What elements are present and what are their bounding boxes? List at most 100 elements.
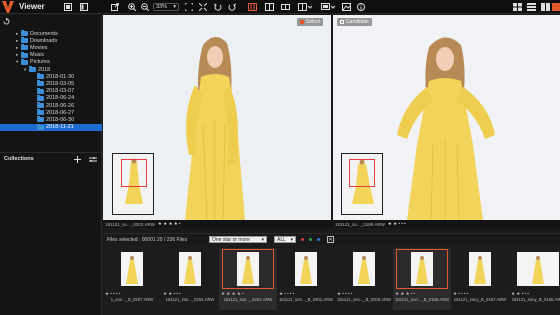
compare-view-icon[interactable] — [541, 3, 550, 11]
folder-label: 2018-06-27 — [46, 109, 75, 116]
rating-filter-select[interactable]: One star or more ▾ — [209, 236, 267, 243]
thumbnail-frame[interactable] — [165, 250, 215, 288]
folder-label: Music — [30, 52, 45, 59]
red-label-filter-icon[interactable] — [301, 238, 304, 241]
folder-item-downloads[interactable]: ▸ Downloads — [0, 37, 102, 44]
thumbnail-filename: 181121_son..._B_0200.ARW — [337, 297, 391, 302]
clear-filter-button[interactable]: ✕ — [327, 236, 334, 243]
thumbnail-frame[interactable] — [455, 250, 505, 288]
filmstrip-item[interactable]: ★ ★ • • • 181121_sony_B_0155.ARW — [509, 248, 560, 310]
export-icon[interactable] — [111, 3, 119, 11]
navigator-thumbnail-right[interactable] — [341, 153, 383, 215]
display-icon[interactable] — [321, 3, 335, 11]
grid-view-icon[interactable] — [513, 3, 522, 11]
zoom-select[interactable]: 33% ▾ — [153, 3, 179, 11]
filmstrip-item[interactable]: ★ • • • • 1_son..._B_0207.ARW — [103, 248, 161, 310]
single-view-icon[interactable] — [552, 3, 560, 11]
chevron-down-icon: ▾ — [290, 236, 293, 243]
folder-label: 2018-03-05 — [46, 80, 75, 87]
list-view-icon[interactable] — [527, 3, 536, 11]
filmstrip-item[interactable]: ★ • • • • 181121_sony_B_0167.ARW — [451, 248, 509, 310]
zoom-out-icon[interactable] — [141, 3, 149, 11]
fullscreen-icon[interactable] — [199, 3, 207, 11]
left-rating-stars[interactable]: ★ ★ ★ ★ • — [158, 221, 181, 227]
filmstrip-item[interactable]: ★ ★ ★ • • 181121_son..._B_0189.ARW — [393, 248, 451, 310]
folder-label: Movies — [30, 44, 48, 51]
select-tag-label: Select — [306, 19, 320, 25]
folder-icon — [21, 44, 28, 51]
thumbnail-image — [517, 252, 559, 286]
folder-item-movies[interactable]: ▸ Movies — [0, 44, 102, 51]
folder-item-2018-06-30[interactable]: 2018-06-30 — [0, 116, 102, 123]
thumbnail-frame[interactable] — [222, 249, 274, 289]
folder-item-2018-01-30[interactable]: 2018-01-30 — [0, 73, 102, 80]
folder-label: Documents — [30, 30, 58, 37]
folder-item-2018-06-26[interactable]: 2018-06-26 — [0, 102, 102, 109]
filmstrip-item[interactable]: ★ • • • • 181121_son..._B_0201.ARW — [277, 248, 335, 310]
folder-item-music[interactable]: ▸ Music — [0, 51, 102, 59]
select-tag-button[interactable]: Select — [297, 18, 323, 26]
folder-label: 2018-03-07 — [46, 88, 75, 95]
thumbnail-frame[interactable] — [513, 250, 560, 288]
folder-icon — [37, 87, 44, 94]
folder-icon — [37, 94, 44, 101]
folder-item-pictures[interactable]: ▾ Pictures — [0, 58, 102, 66]
rating-filter-value: One star or more — [212, 236, 250, 243]
label-filter-select[interactable]: ALL ▾ — [274, 236, 296, 243]
folder-icon — [29, 66, 36, 72]
collections-header: Collections — [0, 152, 102, 164]
candidate-tag-button[interactable]: Candidate — [337, 18, 372, 26]
navigator-thumbnail-left[interactable] — [112, 153, 154, 215]
thumbnail-frame[interactable] — [281, 250, 331, 288]
folder-item-2018-03-05[interactable]: 2018-03-05 — [0, 80, 102, 87]
folder-sidebar: ▸ Documents ▸ Downloads ▸ Movies ▸ Music ▾ Pictur… — [0, 15, 102, 315]
thumbnail-frame[interactable] — [339, 250, 389, 288]
folder-label: 2018-06-30 — [46, 116, 75, 123]
thumbnail-image — [411, 252, 433, 286]
rotate-left-icon[interactable] — [214, 3, 222, 11]
collection-settings-icon[interactable] — [89, 155, 97, 163]
sidebar-toggle-icon[interactable] — [80, 3, 88, 11]
compare-side-icon[interactable] — [281, 3, 290, 11]
add-collection-icon[interactable] — [74, 155, 81, 163]
thumbnail-filename: 181121_son..._0202.ARW — [223, 297, 273, 302]
folder-icon — [37, 73, 44, 80]
zoom-in-icon[interactable] — [128, 3, 136, 11]
viewer-pane-right[interactable]: Candidate — [333, 15, 560, 220]
blue-label-filter-icon[interactable] — [317, 238, 320, 241]
filmstrip: ★ • • • • 1_son..._B_0207.ARW ★ ★ • • • 181… — [103, 244, 560, 315]
compare-split-icon[interactable] — [265, 3, 274, 11]
viewer-pane-left[interactable]: Select — [103, 15, 331, 220]
refresh-icon[interactable] — [3, 17, 10, 25]
rotate-right-icon[interactable] — [228, 3, 236, 11]
folder-item-documents[interactable]: ▸ Documents — [0, 30, 102, 37]
thumbnail-image — [121, 252, 143, 286]
folder-icon — [37, 109, 44, 116]
navigator-viewport[interactable] — [349, 159, 375, 187]
image-icon[interactable] — [342, 3, 351, 11]
layout-icon[interactable] — [298, 3, 312, 11]
app-logo-icon — [2, 1, 14, 13]
thumbnail-filename: 181121_son..._B_0201.ARW — [279, 297, 333, 302]
folder-label: 2018 — [38, 66, 51, 73]
folder-item-2018-03-07[interactable]: 2018-03-07 — [0, 87, 102, 95]
thumbnail-frame[interactable] — [396, 249, 448, 289]
filmstrip-icon[interactable] — [64, 3, 72, 11]
filmstrip-item[interactable]: ★ ★ ★ ★ • 181121_son..._0202.ARW — [219, 248, 277, 310]
fit-icon[interactable] — [185, 3, 193, 11]
folder-label: 2018-06-26 — [46, 102, 75, 109]
folder-item-2018-06-27[interactable]: 2018-06-27 — [0, 109, 102, 116]
green-label-filter-icon[interactable] — [309, 238, 312, 241]
navigator-viewport[interactable] — [121, 159, 147, 187]
filmstrip-item[interactable]: ★ • • • • 181121_son..._B_0200.ARW — [335, 248, 393, 310]
info-icon[interactable] — [357, 3, 365, 11]
folder-icon — [21, 51, 28, 58]
thumbnail-frame[interactable] — [107, 250, 157, 288]
folder-item-2018[interactable]: ▾ 2018 — [0, 66, 102, 73]
filmstrip-item[interactable]: ★ ★ • • • 181121_son..._0204.ARW — [161, 248, 219, 310]
folder-label: 2018-06-24 — [46, 95, 75, 102]
folder-item-2018-11-21[interactable]: 2018-11-21 — [0, 123, 102, 131]
compare-grid-icon[interactable] — [248, 3, 257, 11]
folder-item-2018-06-24[interactable]: 2018-06-24 — [0, 94, 102, 102]
right-rating-stars[interactable]: ★ ★ • • • — [388, 221, 406, 227]
